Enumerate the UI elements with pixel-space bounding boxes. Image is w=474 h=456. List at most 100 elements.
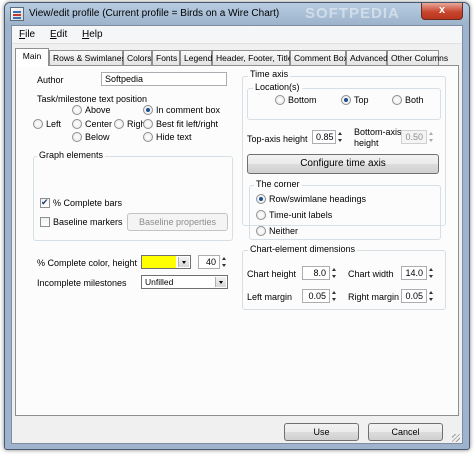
cancel-button[interactable]: Cancel	[368, 423, 443, 441]
tab-comment-boxes[interactable]: Comment Boxes	[290, 50, 357, 65]
radio-axis-top[interactable]	[341, 95, 351, 105]
main-tab-page: Author Softpedia Task/milestone text pos…	[15, 65, 459, 416]
left-margin-spinner[interactable]	[330, 289, 339, 303]
radio-corner-neither-label: Neither	[269, 226, 299, 236]
window-title: View/edit profile (Current profile = Bir…	[29, 8, 280, 19]
tab-rows-swimlanes[interactable]: Rows & Swimlanes	[49, 50, 126, 65]
radio-axis-top-label: Top	[354, 95, 369, 105]
radio-center-label: Center	[85, 119, 113, 129]
radio-above-label: Above	[85, 105, 111, 115]
app-icon	[10, 7, 24, 21]
spin-up-icon[interactable]	[336, 130, 345, 137]
spin-up-icon[interactable]	[330, 289, 339, 296]
radio-left-label: Left	[46, 119, 62, 129]
menu-file[interactable]: File	[19, 29, 35, 40]
radio-best-fit[interactable]	[143, 119, 153, 129]
menu-bar: File Edit Help	[12, 26, 462, 44]
graph-elements-title: Graph elements	[37, 150, 106, 160]
complete-color-picker[interactable]	[141, 255, 191, 269]
spin-up-icon[interactable]	[427, 130, 436, 137]
spin-up-icon[interactable]	[330, 266, 339, 273]
left-margin-input[interactable]: 0.05	[302, 289, 330, 303]
dialog-footer: Use Cancel	[12, 419, 462, 444]
tab-header-footer-title[interactable]: Header, Footer, Title	[212, 50, 293, 65]
spin-down-icon[interactable]	[427, 137, 436, 144]
spin-down-icon[interactable]	[427, 296, 436, 303]
dialog-window: View/edit profile (Current profile = Bir…	[4, 2, 470, 450]
tab-strip: Main Rows & Swimlanes Colors Fonts Legen…	[15, 48, 461, 66]
radio-above[interactable]	[72, 105, 82, 115]
radio-best-fit-label: Best fit left/right	[156, 119, 219, 129]
radio-below[interactable]	[72, 132, 82, 142]
chart-dimensions-title: Chart-element dimensions	[248, 244, 358, 254]
right-margin-spinner[interactable]	[427, 289, 436, 303]
pct-complete-bars-checkbox[interactable]	[40, 197, 50, 208]
radio-left[interactable]	[33, 119, 43, 129]
tab-main[interactable]: Main	[15, 48, 49, 66]
radio-center[interactable]	[72, 119, 82, 129]
top-axis-height-input[interactable]: 0.85	[312, 130, 336, 144]
chart-width-spinner[interactable]	[427, 266, 436, 280]
close-button[interactable]: x	[421, 3, 463, 20]
tab-fonts[interactable]: Fonts	[152, 50, 180, 65]
tab-advanced[interactable]: Advanced	[346, 50, 388, 65]
use-button[interactable]: Use	[284, 423, 359, 441]
chart-height-input[interactable]: 8.0	[302, 266, 330, 280]
menu-edit[interactable]: Edit	[50, 29, 67, 40]
spin-down-icon[interactable]	[427, 273, 436, 280]
tab-other-columns[interactable]: Other Columns	[387, 50, 448, 65]
left-margin-label: Left margin	[247, 292, 293, 302]
right-margin-input[interactable]: 0.05	[401, 289, 427, 303]
spin-up-icon[interactable]	[220, 255, 229, 262]
spin-down-icon[interactable]	[330, 273, 339, 280]
baseline-properties-button[interactable]: Baseline properties	[127, 213, 228, 231]
configure-time-axis-button[interactable]: Configure time axis	[247, 154, 439, 174]
pct-complete-bars-label: % Complete bars	[53, 198, 123, 208]
spin-up-icon[interactable]	[427, 266, 436, 273]
radio-right[interactable]	[114, 119, 124, 129]
locations-title: Location(s)	[253, 82, 302, 92]
baseline-markers-label: Baseline markers	[53, 217, 123, 227]
author-label: Author	[37, 75, 64, 85]
tab-colors[interactable]: Colors	[123, 50, 152, 65]
top-axis-height-label: Top-axis height	[247, 134, 308, 144]
menu-file-label: ile	[25, 29, 36, 40]
radio-corner-neither[interactable]	[256, 226, 266, 236]
incomplete-milestones-select[interactable]: Unfilled	[141, 275, 228, 289]
radio-in-comment-box-label: In comment box	[156, 105, 221, 115]
spin-up-icon[interactable]	[427, 289, 436, 296]
radio-corner-time-unit[interactable]	[256, 210, 266, 220]
radio-axis-both[interactable]	[392, 95, 402, 105]
radio-hide-text[interactable]	[143, 132, 153, 142]
radio-corner-row-headings[interactable]	[256, 194, 266, 204]
chart-height-label: Chart height	[247, 269, 297, 279]
complete-height-input[interactable]: 40	[198, 255, 220, 269]
spin-down-icon[interactable]	[220, 262, 229, 269]
resize-grip[interactable]	[452, 434, 460, 442]
bottom-axis-height-input[interactable]: 0.50	[401, 130, 427, 144]
radio-axis-both-label: Both	[405, 95, 424, 105]
radio-axis-bottom[interactable]	[275, 95, 285, 105]
top-axis-height-spinner[interactable]	[336, 130, 345, 144]
author-input[interactable]: Softpedia	[101, 72, 227, 86]
menu-help-label: elp	[89, 29, 103, 40]
spin-down-icon[interactable]	[336, 137, 345, 144]
radio-corner-time-unit-label: Time-unit labels	[269, 210, 333, 220]
radio-axis-bottom-label: Bottom	[288, 95, 317, 105]
baseline-markers-checkbox[interactable]	[40, 217, 50, 227]
menu-help[interactable]: Help	[82, 29, 103, 40]
tab-legend[interactable]: Legend	[180, 50, 212, 65]
complete-color-swatch	[142, 256, 176, 268]
chart-width-input[interactable]: 14.0	[401, 266, 427, 280]
bottom-axis-height-spinner[interactable]	[427, 130, 436, 144]
complete-height-spinner[interactable]	[220, 255, 229, 269]
chart-height-spinner[interactable]	[330, 266, 339, 280]
chevron-down-icon	[215, 277, 226, 287]
bottom-axis-height-label-1: Bottom-axis	[354, 127, 402, 137]
radio-in-comment-box[interactable]	[143, 105, 153, 115]
title-bar[interactable]: View/edit profile (Current profile = Bir…	[5, 3, 469, 25]
menu-edit-accel: E	[50, 29, 57, 40]
chart-width-label: Chart width	[348, 269, 394, 279]
spin-down-icon[interactable]	[330, 296, 339, 303]
radio-hide-text-label: Hide text	[156, 132, 192, 142]
